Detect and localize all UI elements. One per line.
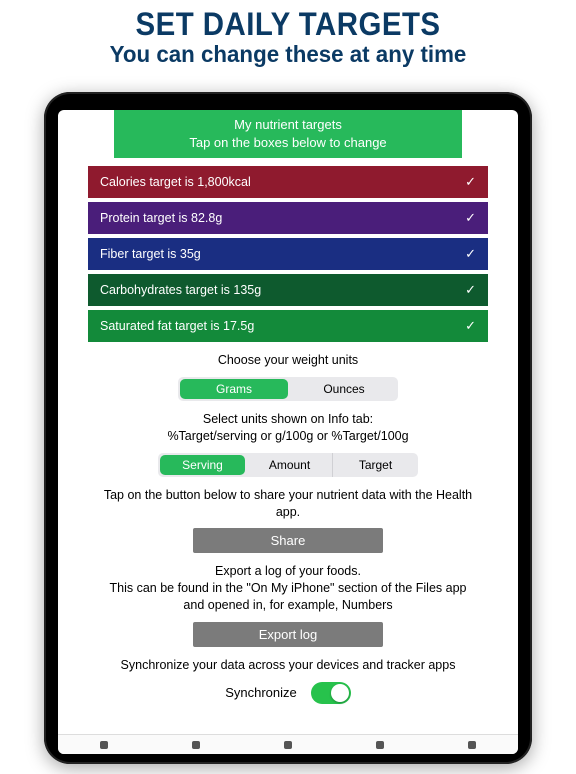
tablet-frame: My nutrient targets Tap on the boxes bel… <box>44 92 532 764</box>
promo-subtitle: You can change these at any time <box>9 41 568 68</box>
check-icon: ✓ <box>465 246 476 262</box>
check-icon: ✓ <box>465 318 476 334</box>
segment-option[interactable]: Target <box>332 453 418 477</box>
target-row[interactable]: Calories target is 1,800kcal ✓ <box>88 166 488 198</box>
info-units-segmented[interactable]: ServingAmountTarget <box>158 453 418 477</box>
export-log-button[interactable]: Export log <box>193 622 383 647</box>
targets-header: My nutrient targets Tap on the boxes bel… <box>114 110 462 158</box>
target-row[interactable]: Protein target is 82.8g ✓ <box>88 202 488 234</box>
share-button[interactable]: Share <box>193 528 383 553</box>
sync-prompt: Synchronize your data across your device… <box>98 657 478 674</box>
segment-option[interactable]: Ounces <box>290 377 398 401</box>
target-label: Protein target is 82.8g <box>100 211 222 225</box>
check-icon: ✓ <box>465 282 476 298</box>
share-prompt: Tap on the button below to share your nu… <box>98 487 478 521</box>
check-icon: ✓ <box>465 174 476 190</box>
targets-header-line1: My nutrient targets <box>114 116 462 134</box>
tab-icon <box>468 741 476 749</box>
tab-icon <box>100 741 108 749</box>
target-row[interactable]: Saturated fat target is 17.5g ✓ <box>88 310 488 342</box>
segment-option[interactable]: Serving <box>160 455 245 475</box>
segment-option[interactable]: Amount <box>247 453 332 477</box>
check-icon: ✓ <box>465 210 476 226</box>
promo-title: SET DAILY TARGETS <box>23 6 553 43</box>
target-row[interactable]: Fiber target is 35g ✓ <box>88 238 488 270</box>
tab-icon <box>376 741 384 749</box>
gear-icon <box>192 741 200 749</box>
segment-option[interactable]: Grams <box>180 379 288 399</box>
weight-units-prompt: Choose your weight units <box>98 352 478 369</box>
target-row[interactable]: Carbohydrates target is 135g ✓ <box>88 274 488 306</box>
export-prompt: Export a log of your foods. This can be … <box>98 563 478 614</box>
tab-item[interactable] <box>284 741 292 749</box>
sync-toggle[interactable] <box>311 682 351 704</box>
tab-item[interactable] <box>100 741 108 749</box>
tab-item[interactable] <box>376 741 384 749</box>
app-screen: My nutrient targets Tap on the boxes bel… <box>58 110 518 754</box>
tab-item[interactable] <box>192 741 200 749</box>
tab-bar <box>58 734 518 754</box>
weight-units-segmented[interactable]: GramsOunces <box>178 377 398 401</box>
targets-header-line2: Tap on the boxes below to change <box>114 134 462 152</box>
tab-icon <box>284 741 292 749</box>
target-label: Calories target is 1,800kcal <box>100 175 251 189</box>
sync-label: Synchronize <box>225 685 297 700</box>
target-label: Carbohydrates target is 135g <box>100 283 261 297</box>
tab-item[interactable] <box>468 741 476 749</box>
info-units-prompt: Select units shown on Info tab: %Target/… <box>98 411 478 445</box>
target-label: Fiber target is 35g <box>100 247 201 261</box>
target-label: Saturated fat target is 17.5g <box>100 319 254 333</box>
